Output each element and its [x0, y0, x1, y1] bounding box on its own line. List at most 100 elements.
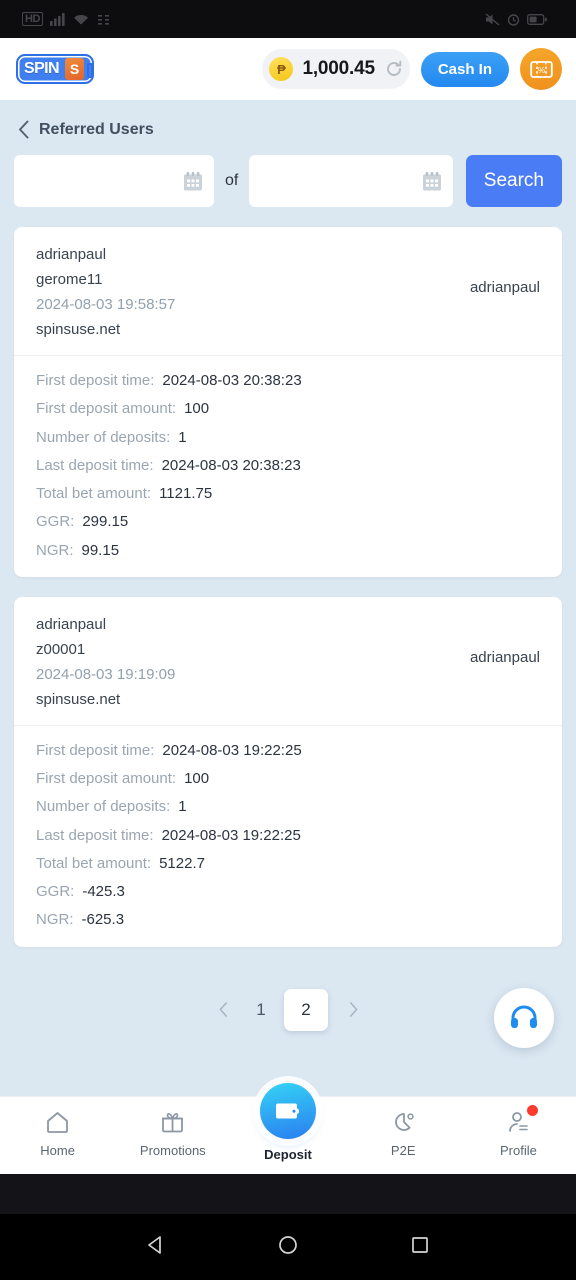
card-referrer: adrianpaul [469, 279, 540, 296]
stat-label: First deposit amount: [36, 770, 177, 787]
stat-row: First deposit time: 2024-08-03 20:38:23 [36, 372, 540, 389]
stat-row: First deposit amount: 100 [36, 400, 540, 417]
nav-label: Promotions [139, 1143, 206, 1158]
alarm-icon [507, 13, 520, 26]
card-stats: First deposit time: 2024-08-03 20:38:23 … [14, 356, 562, 577]
stat-label: First deposit time: [36, 372, 155, 389]
stat-row: Total bet amount: 1121.75 [36, 485, 540, 502]
card-domain: spinsuse.net [36, 321, 121, 338]
stat-row: Number of deposits: 1 [36, 798, 540, 815]
wallet-icon [260, 1083, 316, 1139]
refresh-icon[interactable] [384, 59, 404, 79]
stat-row: Last deposit time: 2024-08-03 19:22:25 [36, 827, 540, 844]
stat-value: 5122.7 [159, 854, 205, 872]
android-back-button[interactable] [144, 1233, 168, 1262]
pagination-page-active[interactable]: 2 [284, 988, 328, 1031]
stat-row: Total bet amount: 5122.7 [36, 855, 540, 872]
sync-icon [97, 14, 109, 25]
nav-item-profile[interactable]: Profile [461, 1097, 576, 1158]
recents-square-icon [412, 1236, 428, 1253]
card-registered-at: 2024-08-03 19:58:57 [36, 296, 176, 313]
android-recents-button[interactable] [408, 1233, 432, 1262]
balance-amount: 1,000.45 [302, 58, 375, 79]
referred-user-card: adrianpaul gerome11 2024-08-03 19:58:57 … [14, 227, 562, 577]
stat-value: 299.15 [82, 513, 129, 531]
voucher-icon: % [529, 60, 553, 78]
back-chevron-icon[interactable] [18, 120, 30, 139]
nav-label: Home [40, 1143, 75, 1158]
app-header: SPIN S ₱ 1,000.45 Cash In % [0, 38, 576, 100]
stat-value: 99.15 [81, 541, 120, 559]
home-circle-icon [279, 1235, 297, 1254]
nav-item-deposit[interactable]: Deposit [230, 1083, 345, 1162]
logo-accent-block: S [65, 58, 84, 80]
stat-label: Total bet amount: [36, 854, 152, 872]
stat-label: GGR: [36, 883, 75, 900]
voucher-button[interactable]: % [520, 48, 562, 90]
search-button[interactable]: Search [465, 155, 562, 207]
stat-value: 1 [178, 428, 187, 446]
card-referrer: adrianpaul [469, 648, 540, 666]
phone-screen: HD SPIN S ₱ 1,000.45 Cash In % Referred … [0, 0, 576, 1280]
cash-in-button[interactable]: Cash In [420, 51, 509, 87]
mute-icon [485, 12, 500, 26]
p2e-icon [391, 1109, 416, 1135]
stat-row: First deposit amount: 100 [36, 770, 540, 787]
stat-row: GGR: 299.15 [36, 513, 540, 530]
search-filter-row: of Search [0, 139, 576, 207]
logo-nub [87, 63, 92, 78]
bottom-navigation: Home Promotions Deposit P2E Profile [0, 1083, 576, 1174]
pagination-page[interactable]: 1 [248, 995, 274, 1025]
battery-icon [527, 13, 547, 25]
page-title: Referred Users [39, 120, 154, 138]
chevron-left-icon [219, 1002, 227, 1017]
stat-row: NGR: -625.3 [36, 911, 540, 928]
stat-row: NGR: 99.15 [36, 542, 540, 559]
android-nav-bar [0, 1214, 576, 1280]
balance-pill[interactable]: ₱ 1,000.45 [262, 49, 410, 89]
status-right-icons [485, 12, 554, 26]
logo-text: SPIN [24, 60, 60, 77]
card-stats: First deposit time: 2024-08-03 19:22:25 … [14, 726, 562, 947]
stat-label: NGR: [36, 911, 74, 929]
wifi-icon [73, 14, 88, 24]
nav-label: Deposit [264, 1147, 312, 1162]
card-identity: adrianpaul z00001 2024-08-03 19:19:09 sp… [36, 617, 175, 707]
gift-icon [160, 1109, 185, 1135]
breadcrumb[interactable]: Referred Users [0, 100, 576, 139]
stat-row: First deposit time: 2024-08-03 19:22:25 [36, 742, 540, 759]
nav-item-home[interactable]: Home [0, 1097, 115, 1158]
peso-coin-icon: ₱ [269, 57, 294, 81]
spin-logo[interactable]: SPIN S [16, 54, 94, 84]
android-home-button[interactable] [276, 1233, 300, 1262]
pagination-next[interactable] [338, 995, 368, 1025]
date-from-input[interactable] [14, 155, 214, 207]
referred-user-card: adrianpaul z00001 2024-08-03 19:19:09 sp… [14, 596, 562, 947]
date-to-input[interactable] [249, 155, 453, 207]
header-actions: ₱ 1,000.45 Cash In % [262, 48, 562, 90]
date-range-separator: of [225, 172, 239, 189]
hd-icon: HD [22, 12, 43, 26]
support-button[interactable] [494, 988, 554, 1048]
stat-label: Number of deposits: [36, 798, 171, 816]
svg-text:%: % [537, 65, 545, 75]
android-status-bar: HD [0, 0, 576, 38]
nav-item-promotions[interactable]: Promotions [115, 1097, 230, 1158]
nav-label: P2E [390, 1143, 416, 1158]
stat-value: 100 [184, 770, 210, 787]
stat-value: 2024-08-03 19:22:25 [161, 826, 301, 844]
nav-item-p2e[interactable]: P2E [346, 1097, 461, 1158]
stat-row: Number of deposits: 1 [36, 429, 540, 446]
card-username: z00001 [36, 640, 86, 658]
stat-value: 1121.75 [159, 485, 213, 502]
stat-label: GGR: [36, 513, 75, 531]
chevron-right-icon [349, 1002, 357, 1017]
stat-row: GGR: -425.3 [36, 883, 540, 900]
card-header: adrianpaul z00001 2024-08-03 19:19:09 sp… [14, 597, 562, 726]
stat-label: First deposit time: [36, 741, 155, 759]
pagination-prev[interactable] [208, 995, 238, 1025]
headphones-icon [511, 1005, 537, 1028]
stat-label: Last deposit time: [36, 826, 154, 844]
signal-icon [49, 12, 65, 26]
card-owner: adrianpaul [36, 615, 107, 633]
